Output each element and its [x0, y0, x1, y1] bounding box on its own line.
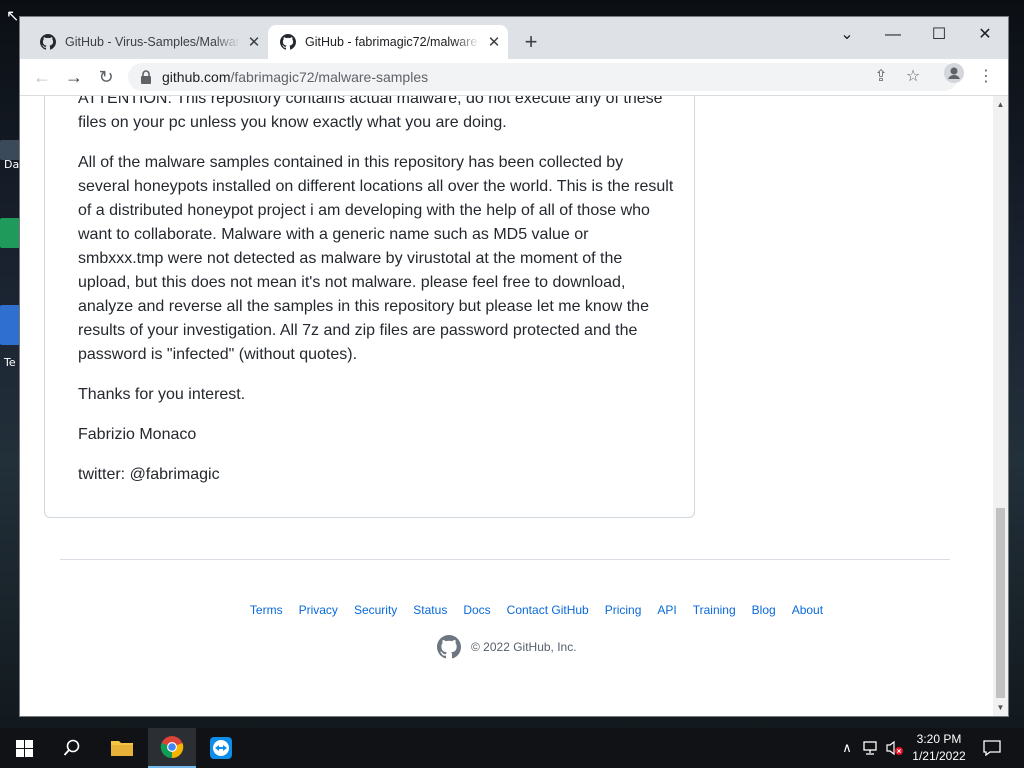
- readme-paragraph: All of the malware samples contained in …: [78, 154, 674, 363]
- tab-search-icon[interactable]: ⌄: [824, 21, 870, 49]
- footer-link-training[interactable]: Training: [693, 603, 736, 617]
- address-bar[interactable]: github.com/fabrimagic72/malware-samples: [128, 63, 958, 91]
- footer-link-contact[interactable]: Contact GitHub: [507, 603, 589, 617]
- tab-strip: GitHub - Virus-Samples/Malware- ✕ GitHub…: [20, 17, 1008, 59]
- github-logo-icon[interactable]: [437, 635, 461, 659]
- taskbar-clock[interactable]: 3:20 PM 1/21/2022: [905, 731, 973, 765]
- scroll-up-icon[interactable]: ▲: [993, 98, 1008, 112]
- notifications-icon[interactable]: [978, 728, 1006, 768]
- share-icon[interactable]: ⇪: [867, 63, 895, 91]
- start-button[interactable]: [0, 728, 48, 768]
- footer-link-terms[interactable]: Terms: [250, 603, 283, 617]
- folder-icon: [111, 741, 133, 756]
- browser-window: GitHub - Virus-Samples/Malware- ✕ GitHub…: [20, 17, 1008, 716]
- taskbar: ∧ 3:20 PM 1/21/2022: [0, 728, 1024, 768]
- chrome-icon: [160, 736, 184, 759]
- copyright-text: © 2022 GitHub, Inc.: [471, 640, 577, 654]
- footer-link-about[interactable]: About: [792, 603, 823, 617]
- show-hidden-icons[interactable]: ∧: [838, 728, 856, 768]
- clock-date: 1/21/2022: [912, 749, 966, 763]
- network-icon[interactable]: [860, 728, 882, 768]
- chrome-taskbar-button[interactable]: [148, 728, 196, 768]
- tab-title: GitHub - Virus-Samples/Malware-: [65, 35, 240, 49]
- desktop-arrow-icon: ↖: [6, 8, 20, 25]
- minimize-button[interactable]: —: [870, 21, 916, 49]
- github-icon: [40, 34, 56, 50]
- readme-paragraph: ATTENTION: This repository contains actu…: [78, 96, 663, 131]
- scroll-down-icon[interactable]: ▼: [993, 701, 1008, 715]
- close-tab-icon[interactable]: ✕: [240, 33, 268, 51]
- readme-paragraph: Fabrizio Monaco: [78, 426, 197, 443]
- scroll-thumb[interactable]: [996, 508, 1005, 698]
- clock-time: 3:20 PM: [916, 732, 962, 746]
- readme-box: ATTENTION: This repository contains actu…: [44, 96, 695, 518]
- close-window-button[interactable]: ✕: [962, 21, 1008, 49]
- tab-virus-samples[interactable]: GitHub - Virus-Samples/Malware- ✕: [28, 25, 268, 59]
- lock-icon: [141, 70, 151, 84]
- desktop-icon[interactable]: [0, 140, 20, 160]
- vertical-scrollbar[interactable]: ▲ ▼: [993, 96, 1008, 716]
- new-tab-button[interactable]: +: [517, 29, 545, 57]
- readme-paragraph: Thanks for you interest.: [78, 386, 246, 403]
- close-tab-icon[interactable]: ✕: [480, 33, 508, 51]
- forward-button[interactable]: →: [60, 63, 88, 91]
- footer-link-docs[interactable]: Docs: [463, 603, 490, 617]
- file-explorer-button[interactable]: [98, 728, 146, 768]
- footer-link-blog[interactable]: Blog: [752, 603, 776, 617]
- reload-button[interactable]: ↻: [92, 63, 120, 91]
- tab-malware-samples[interactable]: GitHub - fabrimagic72/malware-s ✕: [268, 25, 508, 59]
- teamviewer-icon: [210, 737, 232, 759]
- search-button[interactable]: [48, 728, 96, 768]
- search-icon: [63, 739, 80, 756]
- footer-links: Terms Privacy Security Status Docs Conta…: [20, 603, 993, 617]
- footer-link-api[interactable]: API: [657, 603, 676, 617]
- page-viewport: ATTENTION: This repository contains actu…: [20, 96, 993, 716]
- menu-kebab-icon[interactable]: ⋮: [972, 63, 1000, 91]
- windows-logo-icon: [15, 739, 33, 757]
- github-icon: [280, 34, 296, 50]
- bookmark-star-icon[interactable]: ☆: [899, 63, 927, 91]
- profile-avatar-icon[interactable]: [940, 63, 968, 91]
- teamviewer-button[interactable]: [197, 728, 245, 768]
- maximize-button[interactable]: ☐: [916, 21, 962, 49]
- desktop-icon[interactable]: [0, 305, 20, 345]
- footer-link-pricing[interactable]: Pricing: [605, 603, 642, 617]
- address-path: /fabrimagic72/malware-samples: [230, 69, 429, 85]
- desktop-label-1: Te: [4, 356, 16, 369]
- browser-toolbar: ← → ↻ github.com/fabrimagic72/malware-sa…: [20, 59, 1008, 96]
- footer-link-security[interactable]: Security: [354, 603, 397, 617]
- footer-link-status[interactable]: Status: [413, 603, 447, 617]
- copyright: © 2022 GitHub, Inc.: [437, 635, 577, 659]
- readme-content: ATTENTION: This repository contains actu…: [78, 96, 678, 503]
- tab-title: GitHub - fabrimagic72/malware-s: [305, 35, 480, 49]
- footer-link-privacy[interactable]: Privacy: [299, 603, 338, 617]
- desktop-icon[interactable]: [0, 218, 20, 248]
- footer-divider: [60, 559, 950, 560]
- volume-muted-icon[interactable]: [884, 728, 906, 768]
- address-text: github.com/fabrimagic72/malware-samples: [162, 69, 428, 85]
- back-button[interactable]: ←: [28, 63, 56, 91]
- readme-paragraph: twitter: @fabrimagic: [78, 466, 220, 483]
- address-host: github.com: [162, 69, 231, 85]
